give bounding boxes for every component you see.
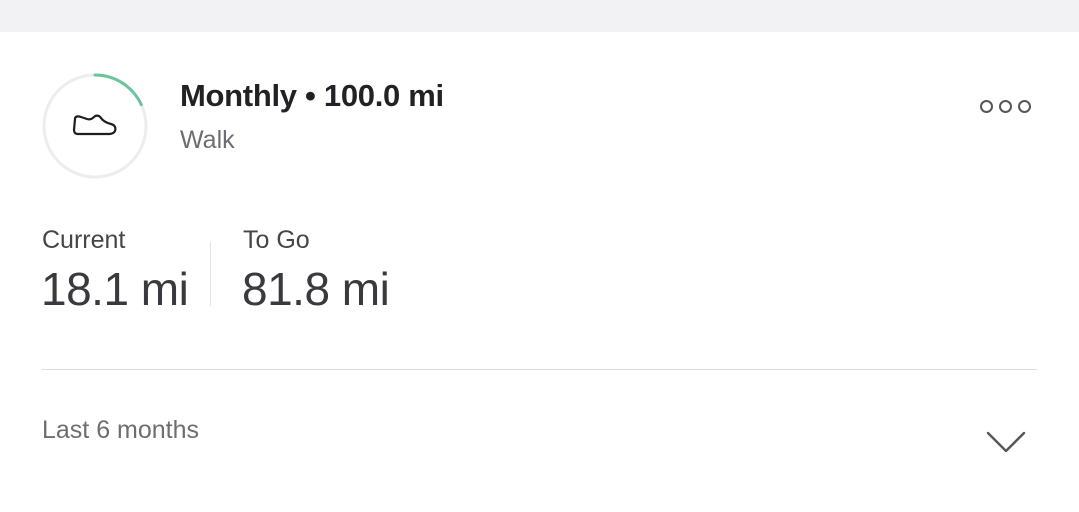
more-icon	[1017, 99, 1031, 113]
more-icon	[979, 99, 993, 113]
stat-divider	[210, 242, 211, 306]
to-go-value: 81.8 mi	[242, 263, 390, 315]
more-icon	[998, 99, 1012, 113]
top-strip	[0, 0, 1079, 32]
chevron-down-icon	[985, 430, 1027, 454]
period-label: Last 6 months	[42, 416, 200, 444]
activity-type: Walk	[180, 126, 235, 154]
section-divider	[42, 369, 1037, 370]
period-selector[interactable]: Last 6 months	[0, 392, 1079, 472]
shoe-icon	[71, 110, 119, 140]
current-label: Current	[42, 226, 126, 254]
to-go-label: To Go	[243, 226, 310, 254]
goal-title: Monthly • 100.0 mi	[180, 78, 444, 113]
more-options-button[interactable]	[972, 94, 1038, 118]
goal-card: Monthly • 100.0 mi Walk Current 18.1 mi …	[0, 32, 1079, 512]
goal-progress-ring	[41, 72, 149, 180]
current-value: 18.1 mi	[41, 263, 189, 315]
